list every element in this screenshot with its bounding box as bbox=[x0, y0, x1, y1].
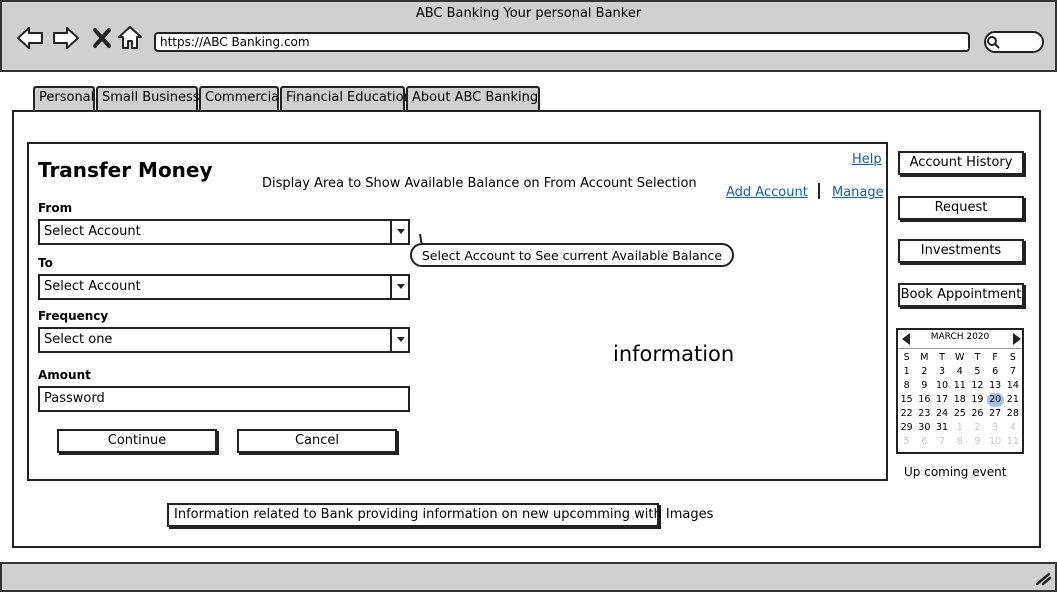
calendar-day[interactable]: 12 bbox=[969, 379, 986, 393]
calendar-day[interactable]: 17 bbox=[933, 393, 950, 407]
frequency-value: Select one bbox=[44, 332, 113, 347]
calendar-day[interactable]: 1 bbox=[898, 365, 915, 379]
calendar-day[interactable]: 2 bbox=[916, 365, 933, 379]
calendar-weekday: T bbox=[974, 352, 981, 363]
calendar-weekday: S bbox=[1009, 352, 1016, 363]
calendar-day[interactable]: 3 bbox=[987, 421, 1004, 435]
calendar-day[interactable]: 14 bbox=[1004, 379, 1021, 393]
calendar-day[interactable]: 26 bbox=[969, 407, 986, 421]
calendar-weekday: M bbox=[920, 352, 929, 363]
investments-button[interactable]: Investments bbox=[898, 239, 1024, 263]
book-appointment-button[interactable]: Book Appointment bbox=[898, 283, 1024, 307]
calendar-day[interactable]: 24 bbox=[933, 407, 950, 421]
calendar-day[interactable]: 2 bbox=[969, 421, 986, 435]
to-label: To bbox=[38, 256, 53, 270]
calendar-day[interactable]: 25 bbox=[951, 407, 968, 421]
calendar-weekday: W bbox=[955, 352, 965, 363]
resize-handle-icon[interactable] bbox=[1034, 570, 1052, 586]
calendar-divider bbox=[898, 348, 1022, 349]
information-placeholder: information bbox=[613, 342, 735, 366]
calendar-day[interactable]: 13 bbox=[987, 379, 1004, 393]
calendar-day[interactable]: 18 bbox=[951, 393, 968, 407]
calendar-day[interactable]: 21 bbox=[1004, 393, 1021, 407]
calendar-weekday: T bbox=[939, 352, 945, 363]
calendar-day[interactable]: 31 bbox=[933, 421, 950, 435]
account-history-button[interactable]: Account History bbox=[898, 151, 1024, 175]
to-account-select[interactable]: Select Account bbox=[38, 274, 410, 300]
calendar-day[interactable]: 23 bbox=[916, 407, 933, 421]
calendar-day[interactable]: 27 bbox=[987, 407, 1004, 421]
calendar-day[interactable]: 19 bbox=[969, 393, 986, 407]
amount-field[interactable]: Password bbox=[38, 386, 410, 412]
prev-month-icon[interactable] bbox=[900, 331, 912, 345]
status-bar bbox=[0, 562, 1057, 592]
calendar-day[interactable]: 29 bbox=[898, 421, 915, 435]
calendar-weekday: F bbox=[992, 352, 998, 363]
frequency-label: Frequency bbox=[38, 309, 109, 323]
calendar-day[interactable]: 7 bbox=[933, 435, 950, 449]
calendar-day[interactable]: 20 bbox=[986, 393, 1004, 407]
chevron-down-icon[interactable] bbox=[390, 219, 410, 245]
calendar-day[interactable]: 9 bbox=[916, 379, 933, 393]
calendar-day[interactable]: 22 bbox=[898, 407, 915, 421]
amount-label: Amount bbox=[38, 368, 91, 382]
calendar-weekday: S bbox=[903, 352, 910, 363]
frequency-select[interactable]: Select one bbox=[38, 327, 410, 353]
calendar-day[interactable]: 9 bbox=[969, 435, 986, 449]
add-account-link[interactable]: Add Account bbox=[726, 185, 808, 200]
bank-info-banner: Information related to Bank providing in… bbox=[167, 503, 713, 527]
forward-icon[interactable] bbox=[52, 24, 80, 52]
tab-financial-education[interactable]: Financial Education bbox=[280, 86, 412, 111]
calendar-day[interactable]: 6 bbox=[987, 365, 1004, 379]
calendar-day[interactable]: 30 bbox=[916, 421, 933, 435]
calendar-day[interactable]: 5 bbox=[969, 365, 986, 379]
tab-personal[interactable]: Personal bbox=[33, 86, 95, 111]
chevron-down-icon[interactable] bbox=[390, 327, 410, 353]
from-account-select[interactable]: Select Account bbox=[38, 219, 410, 245]
from-account-value: Select Account bbox=[44, 224, 141, 239]
calendar-day[interactable]: 15 bbox=[898, 393, 915, 407]
calendar-day[interactable]: 11 bbox=[1004, 435, 1021, 449]
calendar-day[interactable]: 8 bbox=[898, 379, 915, 393]
calendar-day[interactable]: 5 bbox=[898, 435, 915, 449]
page-title: Transfer Money bbox=[38, 158, 213, 182]
calendar-day[interactable]: 11 bbox=[951, 379, 968, 393]
to-account-value: Select Account bbox=[44, 279, 141, 294]
next-month-icon[interactable] bbox=[1011, 331, 1023, 345]
calendar-day[interactable]: 4 bbox=[951, 365, 968, 379]
tab-commercial[interactable]: Commercial bbox=[199, 86, 283, 111]
tab-about-abc-banking[interactable]: About ABC Banking bbox=[406, 86, 540, 111]
back-icon[interactable] bbox=[16, 24, 44, 52]
calendar-day[interactable]: 6 bbox=[916, 435, 933, 449]
stop-icon[interactable] bbox=[88, 24, 116, 52]
calendar-day[interactable]: 28 bbox=[1004, 407, 1021, 421]
calendar-day[interactable]: 10 bbox=[933, 379, 950, 393]
continue-button[interactable]: Continue bbox=[57, 429, 217, 453]
calendar-day[interactable]: 1 bbox=[951, 421, 968, 435]
help-link[interactable]: Help bbox=[852, 152, 882, 167]
calendar-day[interactable]: 10 bbox=[987, 435, 1004, 449]
calendar-day[interactable]: 4 bbox=[1004, 421, 1021, 435]
window-title: ABC Banking Your personal Banker bbox=[415, 6, 642, 21]
address-bar[interactable]: https://ABC Banking.com bbox=[154, 32, 970, 52]
upcoming-event-label: Up coming event bbox=[904, 465, 1007, 479]
cancel-button[interactable]: Cancel bbox=[237, 429, 397, 453]
search-icon bbox=[986, 34, 1000, 49]
calendar-month: MARCH 2020 bbox=[930, 332, 990, 342]
from-label: From bbox=[38, 201, 73, 215]
request-button[interactable]: Request bbox=[898, 196, 1024, 220]
balance-display-note: Display Area to Show Available Balance o… bbox=[262, 176, 697, 191]
balance-callout: Select Account to See current Available … bbox=[410, 243, 734, 267]
calendar-day[interactable]: 7 bbox=[1004, 365, 1021, 379]
chevron-down-icon[interactable] bbox=[390, 274, 410, 300]
link-divider bbox=[818, 183, 820, 199]
tab-small-business[interactable]: Small Business bbox=[96, 86, 200, 111]
calendar-day[interactable]: 8 bbox=[951, 435, 968, 449]
home-icon[interactable] bbox=[116, 24, 144, 52]
manage-link[interactable]: Manage bbox=[832, 185, 884, 200]
calendar-day[interactable]: 3 bbox=[933, 365, 950, 379]
calendar-day[interactable]: 16 bbox=[916, 393, 933, 407]
